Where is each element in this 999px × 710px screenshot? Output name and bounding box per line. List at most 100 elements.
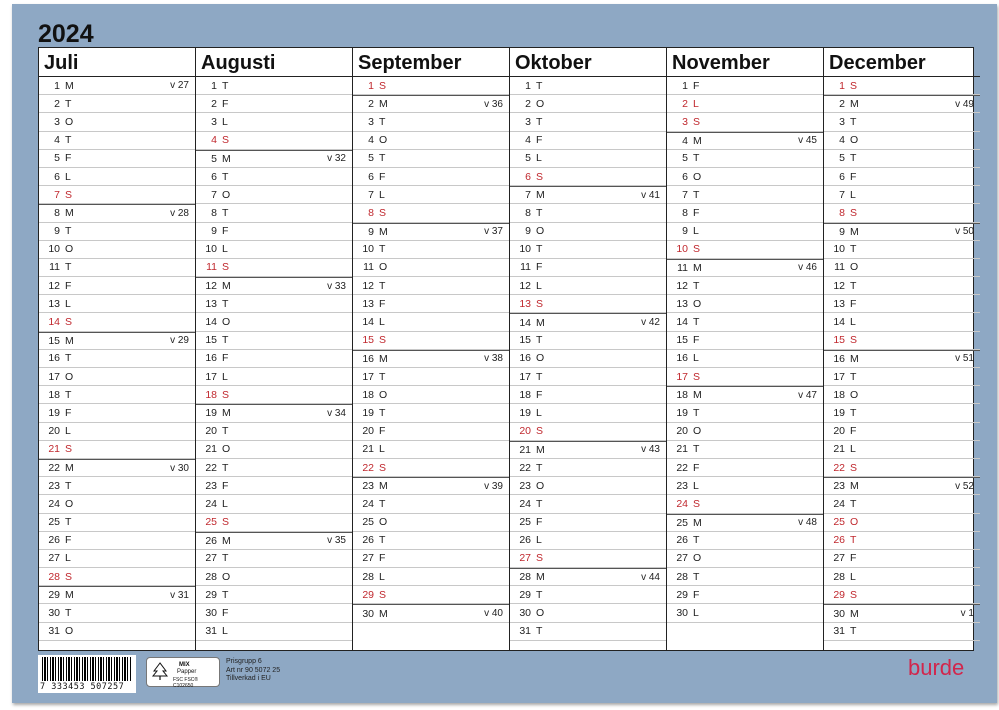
weekday-letter: M <box>693 389 702 402</box>
weekday-letter: S <box>536 425 544 438</box>
day-number: 17 <box>362 370 374 383</box>
day-number: 8 <box>211 206 217 219</box>
day-row: 4S <box>196 132 352 150</box>
weekday-letter: T <box>222 297 229 310</box>
week-number: v 40 <box>484 608 503 620</box>
weekday-letter: O <box>65 497 74 510</box>
day-row: 22 S <box>353 459 509 478</box>
weekday-letter: T <box>536 497 543 510</box>
day-number: 10 <box>205 243 217 256</box>
weekday-letter: F <box>693 206 700 219</box>
day-number: 27 <box>676 552 688 565</box>
weekday-letter: F <box>850 170 857 183</box>
month-name: November <box>667 48 823 77</box>
weekday-letter: O <box>536 225 545 238</box>
day-number: 17 <box>833 370 845 383</box>
weekday-letter: M <box>536 189 545 202</box>
day-number: 12 <box>48 279 60 292</box>
weekday-letter: S <box>379 334 387 347</box>
weekday-letter: S <box>222 134 230 147</box>
day-number: 9 <box>839 225 845 238</box>
weekday-letter: T <box>65 97 72 110</box>
day-row: 2F <box>196 95 352 114</box>
day-number: 12 <box>676 279 688 292</box>
day-number: 9 <box>682 225 688 238</box>
weekday-letter: M <box>65 462 74 475</box>
day-number: 28 <box>205 570 217 583</box>
day-number: 28 <box>519 571 531 584</box>
day-row: 2L <box>667 95 823 114</box>
day-number: 3 <box>54 115 60 128</box>
day-row: 22 T <box>196 459 352 478</box>
day-number: 3 <box>839 115 845 128</box>
weekday-letter: T <box>65 261 72 274</box>
day-row: 29 S <box>353 586 509 605</box>
weekday-letter: T <box>850 279 857 292</box>
day-number: 12 <box>362 279 374 292</box>
weekday-letter: T <box>222 461 229 474</box>
month-column: Juli 1Mv 27 2 T 3 O 4 T 5 F 6 L 7 S 8 Mv 28 9 T 10 O 11 T 12 F… <box>39 48 196 650</box>
weekday-letter: M <box>222 534 231 547</box>
month-name: Augusti <box>196 48 352 77</box>
day-number: 10 <box>48 243 60 256</box>
day-row: 7S <box>39 186 195 205</box>
day-number: 16 <box>833 352 845 365</box>
weekday-letter: T <box>693 534 700 547</box>
weekday-letter: L <box>536 279 542 292</box>
weekday-letter: T <box>222 425 229 438</box>
day-row: 9Mv 50 <box>824 222 980 241</box>
day-number: 19 <box>676 406 688 419</box>
weekday-letter: O <box>693 552 702 565</box>
day-number: 23 <box>205 479 217 492</box>
day-row: 24 S <box>667 495 823 514</box>
day-number: 9 <box>211 225 217 238</box>
day-row: 14 L <box>353 313 509 332</box>
day-row: 12 T <box>353 277 509 296</box>
day-number: 2 <box>211 97 217 110</box>
day-row: 14 Mv 42 <box>510 313 666 332</box>
day-number: 10 <box>519 243 531 256</box>
day-row: 19 F <box>39 404 195 423</box>
day-row: 13 T <box>196 295 352 314</box>
weekday-letter: T <box>65 388 72 401</box>
day-number: 10 <box>833 243 845 256</box>
month-column: September 1S2Mv 36 3 T 4 O 5 T 6 F 7 L 8 S 9 Mv 37 10 T 1… <box>353 48 510 650</box>
day-row: 6T <box>196 168 352 187</box>
day-number: 27 <box>362 552 374 565</box>
day-row: 9T <box>39 223 195 241</box>
day-number: 2 <box>839 98 845 111</box>
weekday-letter: L <box>222 497 228 510</box>
day-row: 3T <box>824 113 980 132</box>
day-row: 24 T <box>824 495 980 514</box>
day-row: 2Mv 36 <box>353 95 509 114</box>
day-row: 21 O <box>196 441 352 459</box>
weekday-letter: M <box>536 443 545 456</box>
weekday-letter: F <box>379 552 386 565</box>
day-number: 4 <box>54 134 60 147</box>
day-row: 9Mv 37 <box>353 222 509 241</box>
day-row: 13 F <box>824 295 980 314</box>
day-row: 24 T <box>510 495 666 514</box>
day-number: 24 <box>48 497 60 510</box>
year-title: 2024 <box>38 20 94 48</box>
weekday-letter: S <box>693 243 701 256</box>
day-number: 29 <box>205 588 217 601</box>
weekday-letter: F <box>536 134 543 147</box>
weekday-letter: T <box>693 406 700 419</box>
day-number: 25 <box>362 516 374 529</box>
weekday-letter: O <box>693 170 702 183</box>
weekday-letter: S <box>536 297 544 310</box>
weekday-letter: F <box>536 516 543 529</box>
weekday-letter: M <box>850 98 859 111</box>
weekday-letter: O <box>536 479 545 492</box>
weekday-letter: O <box>65 370 74 383</box>
day-number: 1 <box>839 79 845 92</box>
day-row: 13 O <box>667 295 823 314</box>
day-number: 15 <box>519 334 531 347</box>
weekday-letter: T <box>65 352 72 365</box>
day-number: 23 <box>519 479 531 492</box>
day-row: 7L <box>353 186 509 205</box>
day-row: 24 L <box>196 495 352 514</box>
day-row: 6F <box>353 168 509 187</box>
day-number: 16 <box>676 352 688 365</box>
